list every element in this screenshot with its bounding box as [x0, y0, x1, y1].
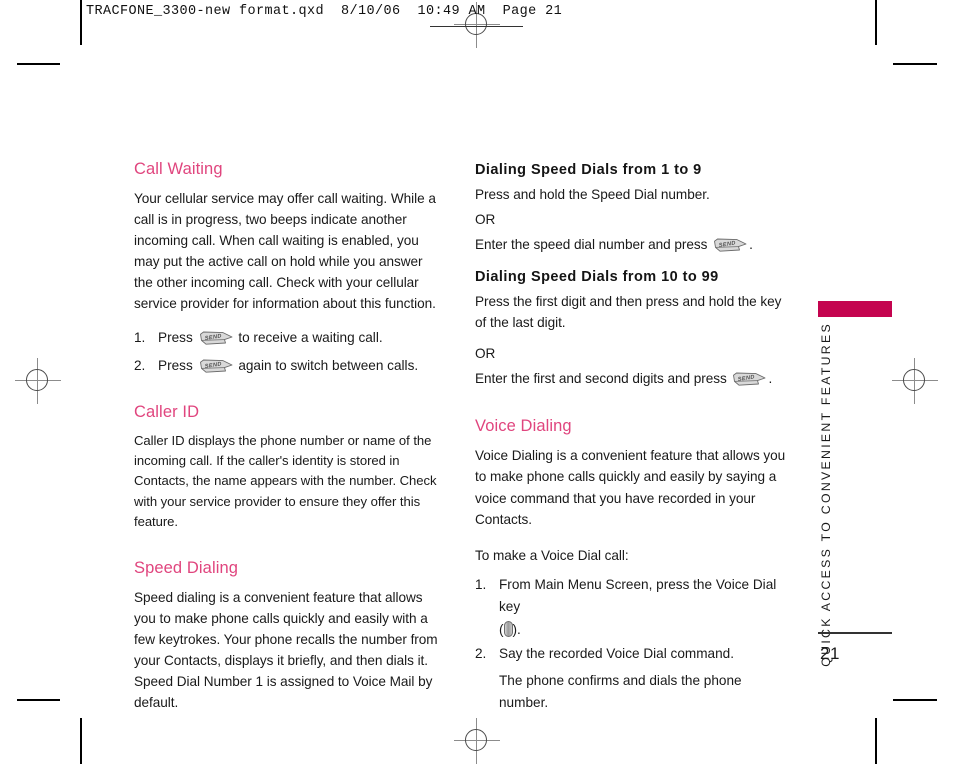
voice-dial-key-line: ().: [499, 619, 787, 641]
step-number: 2.: [475, 645, 487, 661]
registration-ring: [26, 369, 48, 391]
crop-mark-top-right-vertical: [875, 0, 877, 45]
call-waiting-paragraph: Your cellular service may offer call wai…: [134, 191, 436, 312]
dials-1-to-9-line3: Enter the speed dial number and press SE…: [475, 234, 787, 255]
step-number: 1.: [475, 576, 487, 592]
page-slug: TRACFONE_3300-new format.qxd 8/10/06 10:…: [86, 4, 563, 19]
registration-mark-bottom-center: [454, 718, 500, 764]
call-waiting-steps: 1. Press SEND to receive a waiting call.…: [134, 327, 439, 377]
left-column: Call Waiting Your cellular service may o…: [134, 160, 439, 713]
running-head-text: QUICK ACCESS TO CONVENIENT FEATURES: [819, 322, 833, 667]
dials-10-to-99-line3: Enter the first and second digits and pr…: [475, 368, 787, 389]
voice-dial-side-key-icon: [503, 620, 513, 637]
dials-10-to-99-or: OR: [475, 345, 496, 361]
step-text-after: to receive a waiting call.: [238, 330, 383, 346]
step-text-after: again to switch between calls.: [238, 358, 419, 374]
step-number: 1.: [134, 330, 146, 346]
voice-dialing-intro: To make a Voice Dial call:: [475, 547, 629, 563]
dials-1-to-9-line3-before: Enter the speed dial number and press: [475, 237, 708, 253]
list-item: 2. Press SEND again to switch between ca…: [134, 355, 439, 377]
send-key-icon: SEND: [199, 359, 233, 374]
running-head: QUICK ACCESS TO CONVENIENT FEATURES: [806, 322, 846, 667]
crop-mark-bottom-left-horizontal: [17, 699, 60, 701]
send-key-icon: SEND: [199, 331, 233, 346]
paren-close: ).: [512, 621, 521, 637]
page-number: 21: [820, 644, 840, 663]
crop-mark-top-left-vertical: [80, 0, 82, 45]
registration-ring: [903, 369, 925, 391]
crop-mark-bottom-left-vertical: [80, 718, 82, 764]
section-heading-speed-dialing: Speed Dialing: [134, 558, 239, 577]
dials-1-to-9-or: OR: [475, 211, 496, 227]
list-item: 2. Say the recorded Voice Dial command. …: [475, 643, 787, 714]
dials-10-to-99-line1: Press the first digit and then press and…: [475, 294, 782, 331]
registration-mark-right: [892, 358, 938, 404]
step-text-before: Press: [158, 358, 193, 374]
crop-mark-top-right-horizontal: [893, 63, 937, 65]
paren-open: (: [499, 621, 504, 637]
crop-mark-top-left-horizontal: [17, 63, 60, 65]
voice-dialing-steps: 1. From Main Menu Screen, press the Voic…: [475, 574, 787, 714]
right-column: Dialing Speed Dials from 1 to 9 Press an…: [475, 160, 787, 714]
dials-10-to-99-line3-after: .: [768, 371, 773, 387]
step-text: Say the recorded Voice Dial command.: [499, 645, 734, 661]
voice-dialing-paragraph: Voice Dialing is a convenient feature th…: [475, 448, 786, 527]
registration-mark-left: [15, 358, 61, 404]
list-item: 1. From Main Menu Screen, press the Voic…: [475, 574, 787, 641]
list-item: 1. Press SEND to receive a waiting call.: [134, 327, 439, 349]
dials-1-to-9-line3-after: .: [749, 237, 753, 253]
chapter-tab-bar: [818, 301, 892, 317]
folio-rule: [818, 632, 892, 634]
send-key-icon: SEND: [732, 372, 766, 387]
step-number: 2.: [134, 358, 146, 374]
page-slug-rule: [430, 26, 523, 28]
caller-id-paragraph: Caller ID displays the phone number or n…: [134, 433, 437, 529]
subsection-heading-dials-10-to-99: Dialing Speed Dials from 10 to 99: [475, 269, 719, 286]
send-key-icon: SEND: [713, 238, 747, 253]
speed-dialing-paragraph: Speed dialing is a convenient feature th…: [134, 589, 438, 710]
step-text: From Main Menu Screen, press the Voice D…: [499, 576, 777, 614]
subsection-heading-dials-1-to-9: Dialing Speed Dials from 1 to 9: [475, 162, 702, 178]
section-heading-call-waiting: Call Waiting: [134, 160, 223, 178]
dials-1-to-9-line1: Press and hold the Speed Dial number.: [475, 187, 710, 202]
step-note: The phone confirms and dials the phone n…: [499, 672, 742, 710]
section-heading-caller-id: Caller ID: [134, 403, 200, 422]
dials-10-to-99-line3-before: Enter the first and second digits and pr…: [475, 371, 727, 387]
crop-mark-bottom-right-vertical: [875, 718, 877, 764]
section-heading-voice-dialing: Voice Dialing: [475, 417, 572, 436]
step-text-before: Press: [158, 330, 193, 346]
crop-mark-bottom-right-horizontal: [893, 699, 937, 701]
registration-ring: [465, 729, 487, 751]
